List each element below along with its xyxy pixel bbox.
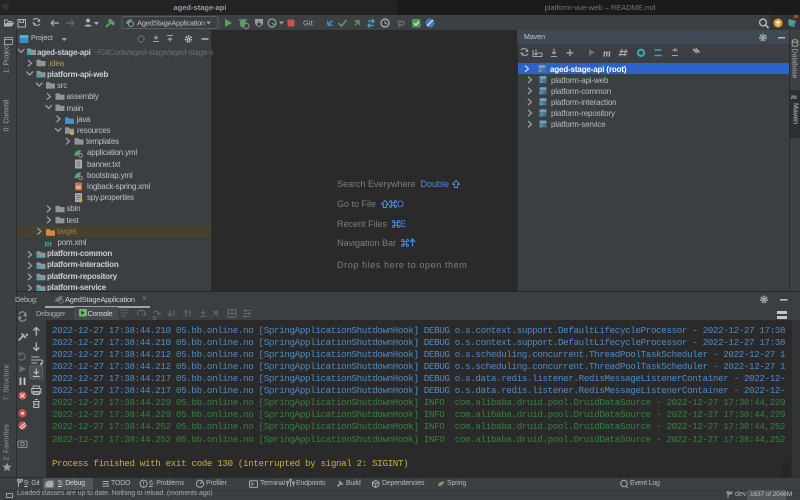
svg-text:Git:: Git: [303,19,315,28]
svg-text:AgedStageApplication: AgedStageApplication [137,19,205,28]
svg-text:m: m [603,49,611,60]
